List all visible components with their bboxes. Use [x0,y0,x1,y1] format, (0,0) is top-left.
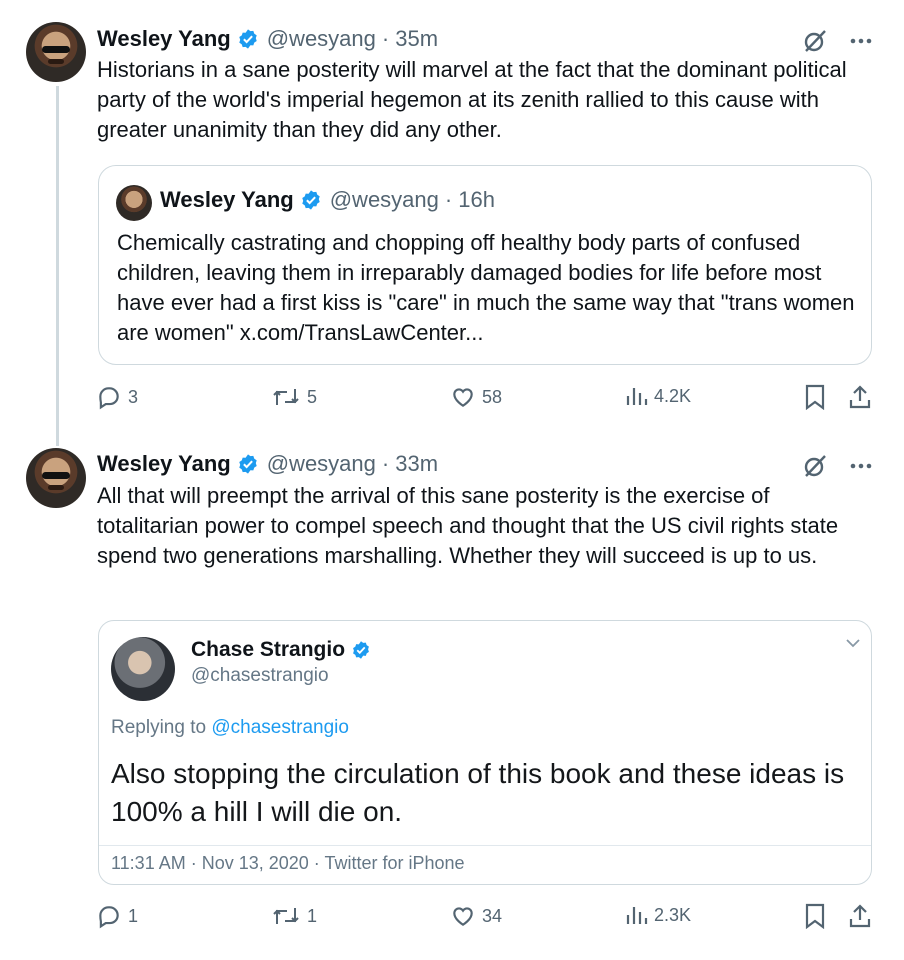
avatar[interactable] [26,448,86,508]
verified-badge-icon [239,29,257,49]
quoted-text: Chemically castrating and chopping off h… [117,230,855,345]
verified-badge-icon [302,190,320,210]
tweet-text: Historians in a sane posterity will marv… [97,57,847,142]
bookmark-button[interactable] [804,903,826,929]
reply-button[interactable]: 1 [96,903,138,929]
replying-label: Replying to [111,717,207,738]
retweet-count: 5 [307,386,318,407]
separator-dot: · [381,451,390,476]
replying-handle-link[interactable]: @chasestrangio [211,717,349,738]
share-icon [849,904,871,928]
reply-button[interactable]: 3 [96,384,138,410]
like-button[interactable]: 34 [450,903,502,929]
action-bar: 3 5 58 4.2K [96,384,876,414]
separator-dot: · [381,26,390,51]
views-button[interactable]: 4.2K [626,384,691,408]
verified-badge-icon [353,641,369,659]
thread-connector [56,86,59,446]
retweet-count: 1 [307,905,318,926]
like-button[interactable]: 58 [450,384,502,410]
more-icon[interactable] [850,463,872,469]
views-button[interactable]: 2.3K [626,903,691,927]
view-count: 4.2K [654,385,692,406]
embedded-tweet[interactable]: Chase Strangio @chasestrangio Replying t… [98,620,872,885]
retweet-icon [273,908,299,924]
like-icon [453,388,473,407]
view-count: 2.3K [654,904,692,925]
retweet-icon [273,389,299,405]
quoted-author-name: Wesley Yang [160,187,294,212]
quoted-timestamp: 16h [458,187,495,212]
tweet-header: Wesley Yang @wesyang · 35m [97,26,438,52]
like-icon [453,907,473,926]
reply-icon [99,387,119,410]
embedded-text: Also stopping the circulation of this bo… [111,758,845,827]
like-count: 34 [482,905,503,926]
replying-to: Replying to @chasestrangio [111,717,349,739]
action-bar: 1 1 34 2.3K [96,903,876,933]
bookmark-icon [805,903,825,929]
tweet-top-actions [802,28,872,54]
chevron-down-icon[interactable] [845,637,861,649]
views-icon [626,907,648,924]
tweet-text: All that will preempt the arrival of thi… [97,483,839,568]
verified-badge-icon [239,454,257,474]
quoted-avatar [116,185,152,221]
author-handle[interactable]: @wesyang [267,26,376,52]
share-button[interactable] [848,384,872,410]
avatar[interactable] [26,22,86,82]
tweet-top-actions [802,453,872,479]
share-icon [849,385,871,409]
timestamp[interactable]: 33m [395,451,438,477]
views-icon [626,388,648,405]
grok-icon[interactable] [802,28,828,54]
bookmark-icon [805,384,825,410]
reply-icon [99,906,119,929]
grok-icon[interactable] [802,453,828,479]
quoted-tweet[interactable]: Wesley Yang @wesyang · 16h Chemically ca… [98,165,872,365]
like-count: 58 [482,386,503,407]
tweet-header: Wesley Yang @wesyang · 33m [97,451,438,477]
author-name[interactable]: Wesley Yang [97,451,231,477]
embedded-avatar [111,637,175,701]
quoted-handle: @wesyang [329,187,439,212]
author-handle[interactable]: @wesyang [267,451,376,477]
bookmark-button[interactable] [804,384,826,410]
divider [99,845,871,846]
embedded-handle: @chasestrangio [191,665,329,686]
reply-count: 1 [128,905,139,926]
retweet-button[interactable]: 1 [271,903,317,929]
retweet-button[interactable]: 5 [271,384,317,410]
embedded-meta: 11:31 AM · Nov 13, 2020 · Twitter for iP… [111,853,465,873]
embedded-author-name: Chase Strangio [191,638,346,661]
share-button[interactable] [848,903,872,929]
author-name[interactable]: Wesley Yang [97,26,231,52]
reply-count: 3 [128,386,139,407]
embedded-author: Chase Strangio [191,638,371,662]
separator-dot: · [444,187,453,212]
more-icon[interactable] [850,38,872,44]
quoted-header: Wesley Yang @wesyang · 16h [160,187,495,213]
timestamp[interactable]: 35m [395,26,438,52]
